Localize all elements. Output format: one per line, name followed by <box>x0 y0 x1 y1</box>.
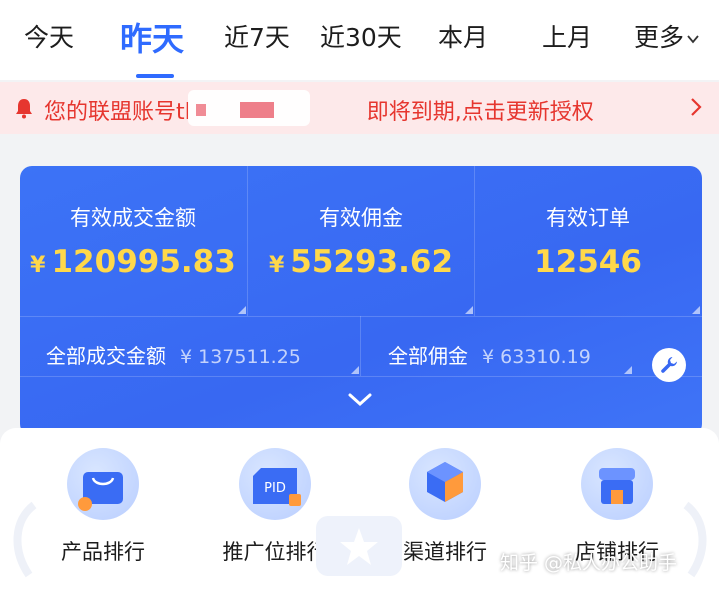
stat-valid-gmv[interactable]: 有效成交金额 ¥120995.83 <box>20 202 246 280</box>
ranking-label: 产品排行 <box>61 540 145 564</box>
stat-label: 有效成交金额 <box>70 206 196 230</box>
store-icon <box>581 448 653 520</box>
stat-value: ¥ 63310.19 <box>482 346 591 368</box>
bag-icon <box>67 448 139 520</box>
stat-valid-commission[interactable]: 有效佣金 ¥55293.62 <box>248 202 474 280</box>
redacted-mark <box>240 102 274 118</box>
date-range-tabs: 今天 昨天 近7天 近30天 本月 上月 更多 <box>0 0 719 80</box>
divider <box>20 376 702 377</box>
stat-all-commission[interactable]: 全部佣金 ¥ 63310.19 <box>388 340 591 369</box>
corner-mark <box>624 366 632 374</box>
redacted-mark <box>196 104 206 116</box>
settings-button[interactable] <box>652 348 686 382</box>
stat-value: ¥120995.83 <box>30 244 236 280</box>
stat-all-gmv[interactable]: 全部成交金额 ¥ 137511.25 <box>46 340 301 369</box>
tab-yesterday[interactable]: 昨天 <box>120 14 184 60</box>
bell-icon <box>16 99 32 119</box>
performance-summary-card: 有效成交金额 ¥120995.83 有效佣金 ¥55293.62 有效订单 12… <box>20 166 702 436</box>
tab-last-7-days[interactable]: 近7天 <box>224 18 290 54</box>
tab-today[interactable]: 今天 <box>24 18 74 54</box>
chevron-down-icon[interactable] <box>346 390 374 410</box>
corner-mark <box>465 306 473 314</box>
wrench-icon <box>661 357 677 373</box>
stat-label: 全部佣金 <box>388 344 468 368</box>
notice-text: 您的联盟账号tl 即将到期,点击更新授权 <box>44 100 594 125</box>
divider <box>20 316 702 317</box>
corner-mark <box>692 306 700 314</box>
tab-last-month[interactable]: 上月 <box>542 18 592 54</box>
cube-icon <box>409 448 481 520</box>
tab-this-month[interactable]: 本月 <box>438 18 488 54</box>
watermark-text: 知乎 @私人办公助手 <box>500 552 678 574</box>
stat-value: ¥ 137511.25 <box>180 346 301 368</box>
stat-value: 12546 <box>534 244 642 280</box>
stat-label: 全部成交金额 <box>46 344 166 368</box>
authorization-expiry-notice[interactable]: 您的联盟账号tl 即将到期,点击更新授权 <box>0 82 719 134</box>
stat-valid-orders[interactable]: 有效订单 12546 <box>475 202 701 280</box>
tab-last-30-days[interactable]: 近30天 <box>320 18 402 54</box>
chevron-down-icon <box>687 35 699 44</box>
divider <box>360 316 361 376</box>
stat-label: 有效佣金 <box>319 206 403 230</box>
stat-label: 有效订单 <box>546 206 630 230</box>
corner-mark <box>351 366 359 374</box>
chevron-right-icon <box>691 98 702 116</box>
tab-more[interactable]: 更多 <box>634 18 700 54</box>
active-tab-indicator <box>136 74 174 78</box>
stat-value: ¥55293.62 <box>268 244 454 280</box>
star-decoration <box>316 516 402 576</box>
svg-text:PID: PID <box>264 481 286 496</box>
product-ranking-button[interactable]: 产品排行 <box>28 448 178 566</box>
corner-mark <box>238 306 246 314</box>
tab-more-label: 更多 <box>634 23 685 52</box>
pid-icon: PID <box>239 448 311 520</box>
